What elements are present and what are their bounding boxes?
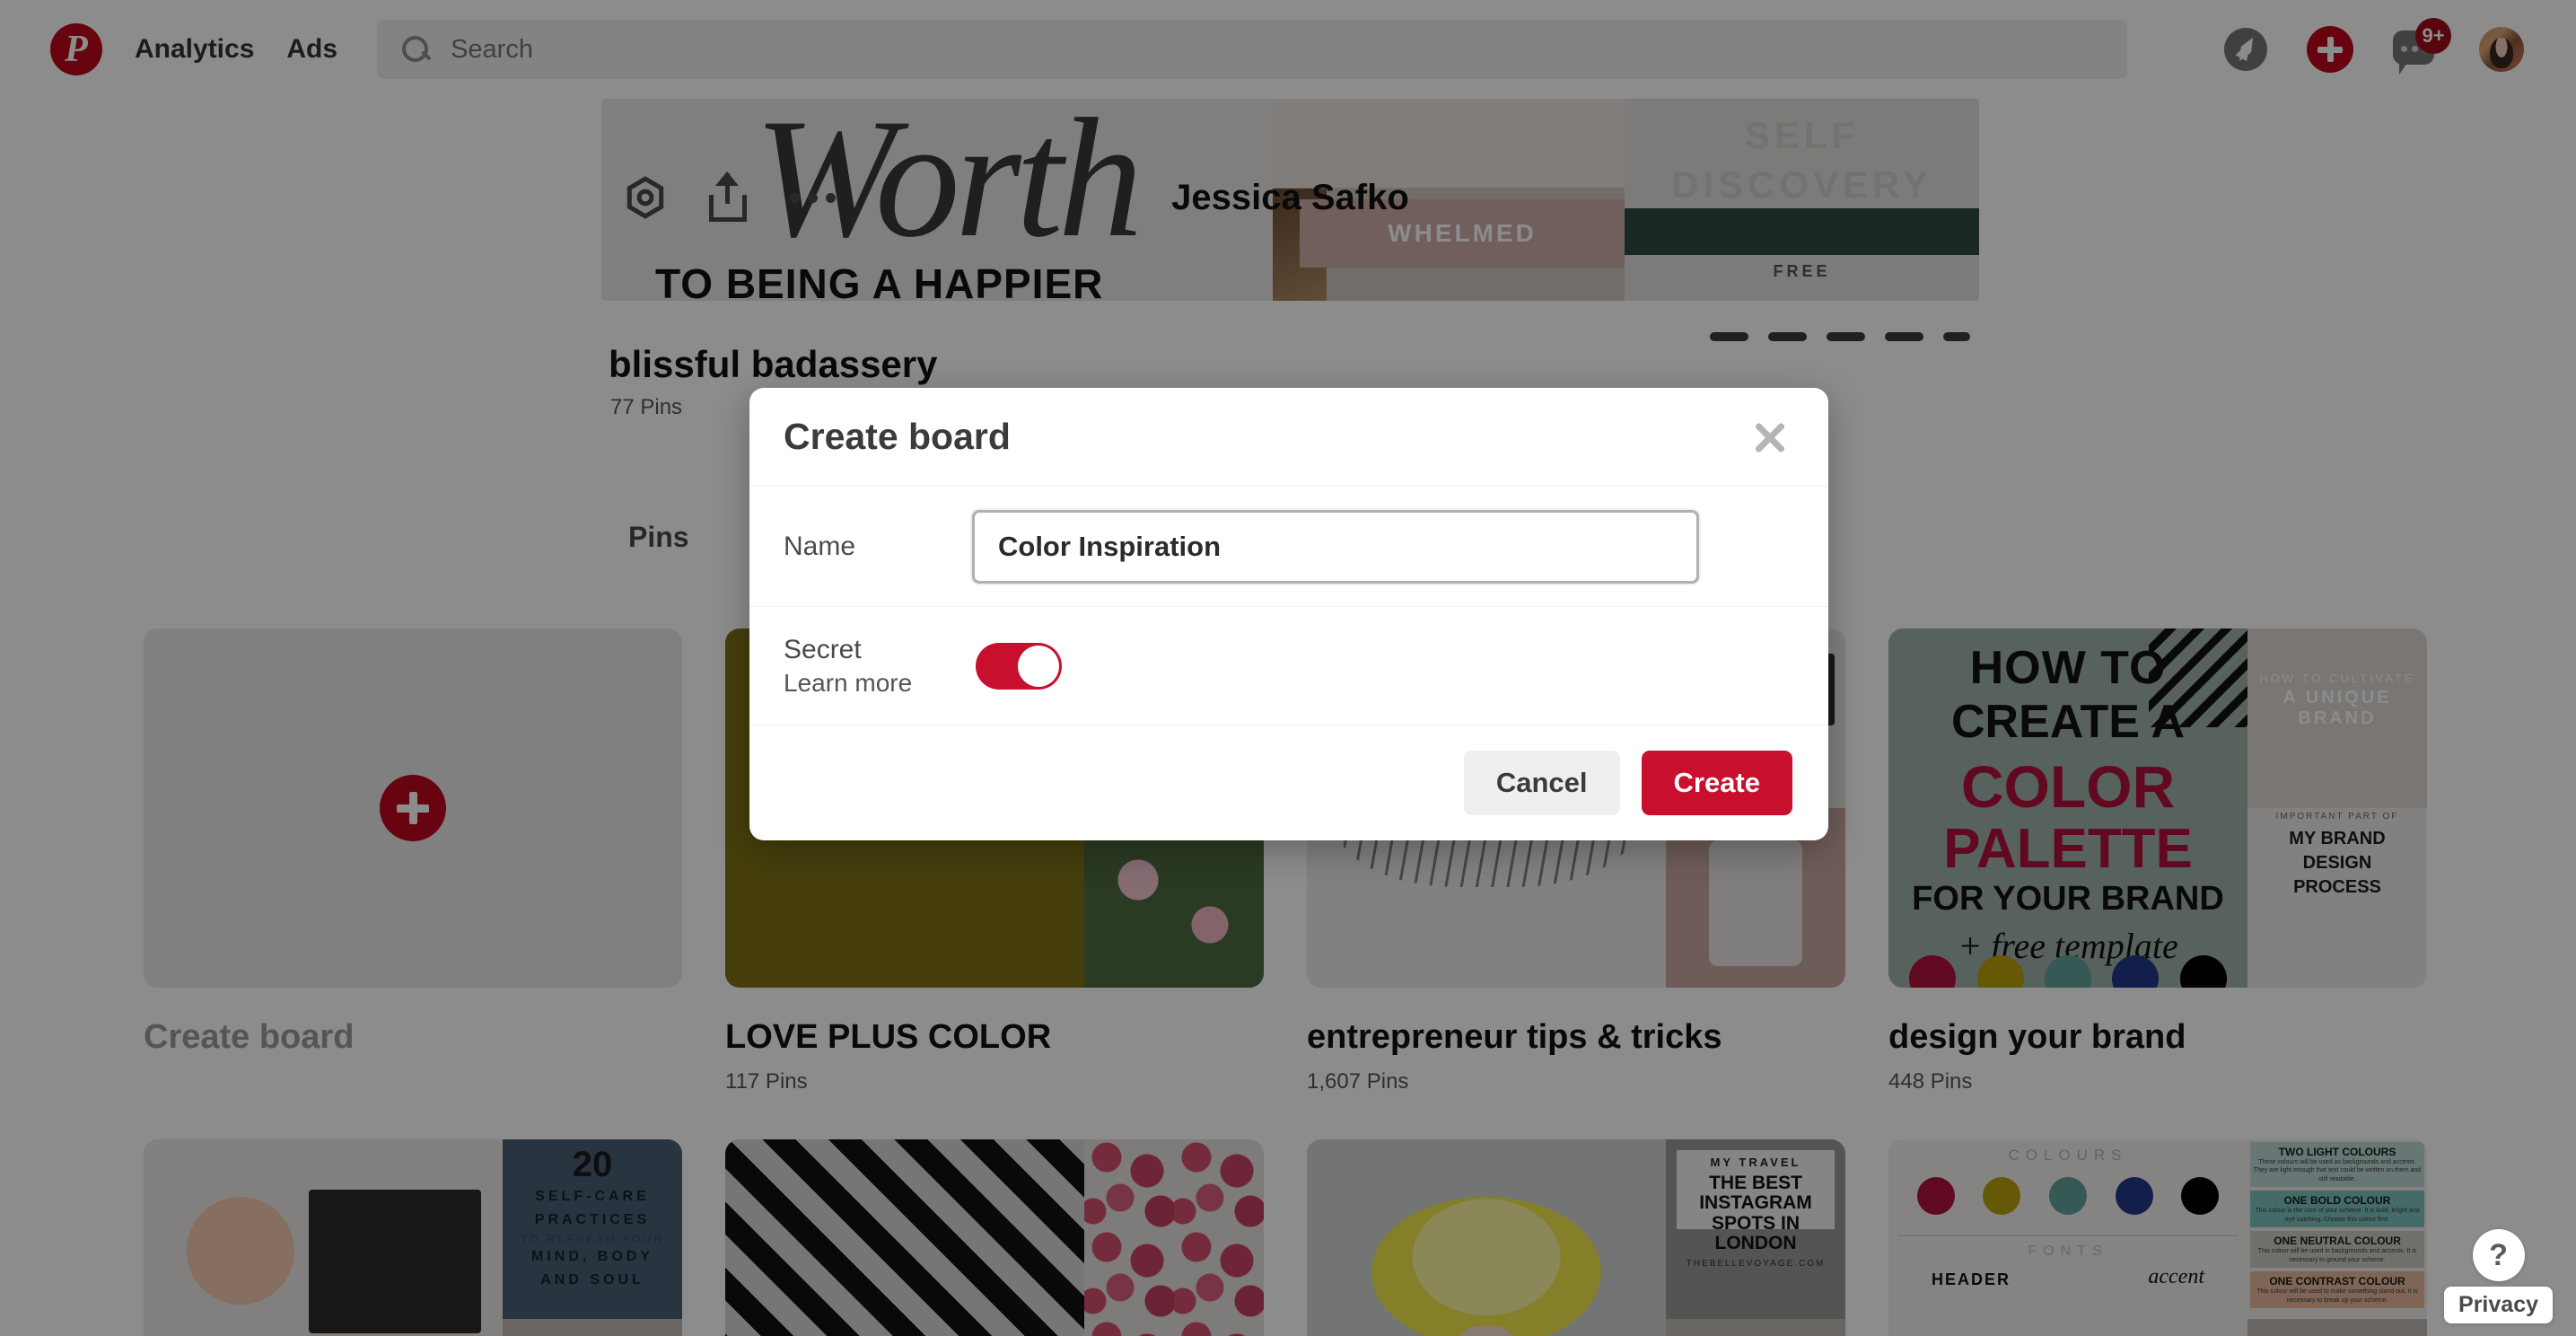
board-name-input[interactable] [972,509,1699,584]
cancel-button[interactable]: Cancel [1463,751,1620,815]
help-icon[interactable]: ? [2472,1229,2525,1281]
create-button[interactable]: Create [1641,751,1792,815]
modal-row-secret: Secret Learn more [749,607,1828,725]
app-root: P Analytics Ads Search 9+ Worth TO BEING… [0,0,2576,1336]
modal-header: Create board [749,388,1828,487]
modal-footer: Cancel Create [749,725,1828,840]
privacy-link[interactable]: Privacy [2444,1287,2553,1323]
name-field-label: Name [784,531,856,561]
secret-toggle[interactable] [976,642,1062,690]
modal-row-name: Name [749,487,1828,607]
name-field-label-group: Name [784,532,972,562]
help-privacy-corner: ? Privacy [2444,1229,2553,1323]
secret-label: Secret [784,634,862,664]
create-board-modal: Create board Name Secret Learn more Canc… [749,388,1828,840]
modal-title: Create board [784,416,1011,457]
close-icon[interactable] [1746,414,1792,461]
secret-toggle-knob [1018,645,1059,687]
secret-field-label-group: Secret Learn more [784,635,972,698]
secret-learn-more-link[interactable]: Learn more [784,669,972,698]
